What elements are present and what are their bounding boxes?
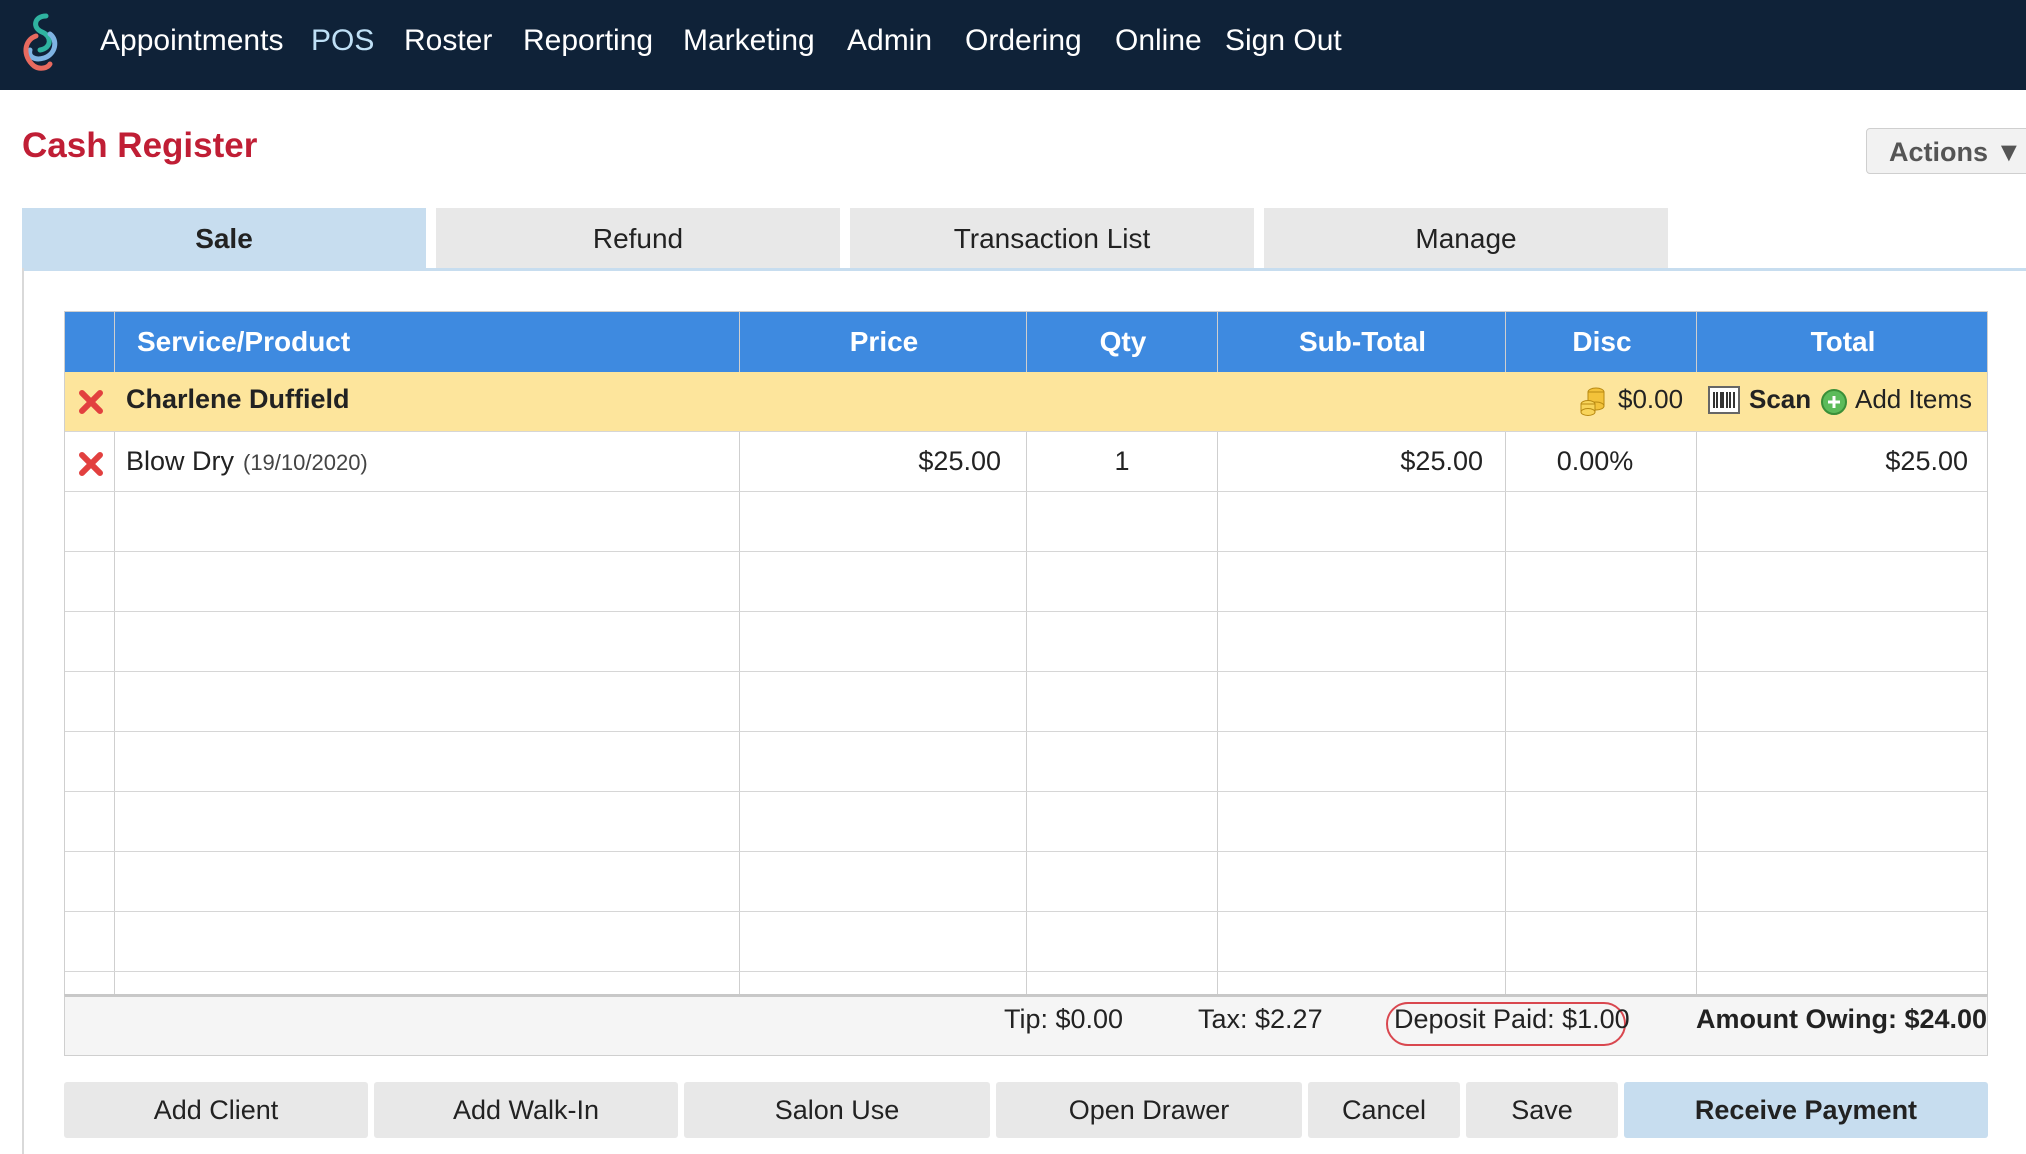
nav-pos[interactable]: POS xyxy=(311,18,374,64)
scan-button[interactable]: Scan xyxy=(1749,384,1811,415)
header-qty: Qty xyxy=(1099,326,1147,357)
grid-line xyxy=(65,431,1987,432)
add-client-button[interactable]: Add Client xyxy=(64,1082,368,1138)
tax-amount: Tax: $2.27 xyxy=(1198,1004,1323,1034)
grid-line xyxy=(65,491,1987,492)
open-drawer-button[interactable]: Open Drawer xyxy=(996,1082,1302,1138)
page-title: Cash Register xyxy=(22,126,258,165)
tab-transaction-list[interactable]: Transaction List xyxy=(850,208,1254,270)
nav-roster[interactable]: Roster xyxy=(404,18,492,64)
save-button[interactable]: Save xyxy=(1466,1082,1618,1138)
item-service-date: (19/10/2020) xyxy=(243,450,368,475)
add-walk-in-button[interactable]: Add Walk-In xyxy=(374,1082,678,1138)
coins-icon xyxy=(1580,387,1605,416)
remove-item-icon[interactable] xyxy=(76,449,106,479)
deposit-paid: Deposit Paid: $1.00 xyxy=(1394,1004,1630,1034)
grid-line xyxy=(65,791,1987,792)
cancel-button[interactable]: Cancel xyxy=(1308,1082,1460,1138)
grid-line xyxy=(65,731,1987,732)
sale-items-table: Service/Product Price Qty Sub-Total Disc… xyxy=(64,311,1988,995)
grid-line xyxy=(65,671,1987,672)
header-sub-total: Sub-Total xyxy=(1298,326,1426,357)
client-row: Charlene Duffield $0.00 Scan Add Items xyxy=(65,372,1987,431)
tab-refund[interactable]: Refund xyxy=(436,208,840,270)
tab-manage[interactable]: Manage xyxy=(1264,208,1668,270)
nav-ordering[interactable]: Ordering xyxy=(965,18,1082,64)
remove-client-icon[interactable] xyxy=(76,387,106,417)
grid-line xyxy=(65,551,1987,552)
header-price: Price xyxy=(849,326,919,357)
item-qty[interactable]: 1 xyxy=(1026,446,1218,477)
grid-line xyxy=(65,911,1987,912)
nav-appointments[interactable]: Appointments xyxy=(100,18,283,64)
item-price[interactable]: $25.00 xyxy=(739,446,1001,477)
amount-owing: Amount Owing: $24.00 xyxy=(1696,1004,1988,1034)
item-total: $25.00 xyxy=(1885,446,1968,476)
tab-sale[interactable]: Sale xyxy=(22,208,426,270)
grid-line xyxy=(65,971,1987,972)
client-balance: $0.00 xyxy=(1618,384,1684,414)
actions-dropdown-button[interactable]: Actions ▼ xyxy=(1866,128,2026,174)
nav-admin[interactable]: Admin xyxy=(847,18,932,64)
item-subtotal: $25.00 xyxy=(1400,446,1483,476)
item-service-name[interactable]: Blow Dry xyxy=(126,446,234,477)
item-discount[interactable]: 0.00% xyxy=(1505,446,1685,477)
tab-underline xyxy=(22,268,2026,271)
salon-use-button[interactable]: Salon Use xyxy=(684,1082,990,1138)
grid-line xyxy=(65,851,1987,852)
top-nav-bar: Appointments POS Roster Reporting Market… xyxy=(0,0,2026,90)
add-circle-icon[interactable] xyxy=(1820,388,1848,416)
nav-sign-out[interactable]: Sign Out xyxy=(1225,18,1342,64)
grid-line xyxy=(65,611,1987,612)
panel-border xyxy=(22,268,24,1154)
nav-marketing[interactable]: Marketing xyxy=(683,18,815,64)
add-items-button[interactable]: Add Items xyxy=(1855,384,1972,415)
header-total: Total xyxy=(1810,326,1876,357)
header-disc: Disc xyxy=(1572,326,1632,357)
nav-reporting[interactable]: Reporting xyxy=(523,18,653,64)
tip-amount[interactable]: Tip: $0.00 xyxy=(1004,1004,1123,1035)
header-service-product: Service/Product xyxy=(137,326,351,357)
receive-payment-button[interactable]: Receive Payment xyxy=(1624,1082,1988,1138)
client-name[interactable]: Charlene Duffield xyxy=(126,384,350,415)
barcode-icon[interactable] xyxy=(1708,386,1740,414)
app-logo-icon[interactable] xyxy=(16,10,66,76)
nav-online[interactable]: Online xyxy=(1115,18,1202,64)
